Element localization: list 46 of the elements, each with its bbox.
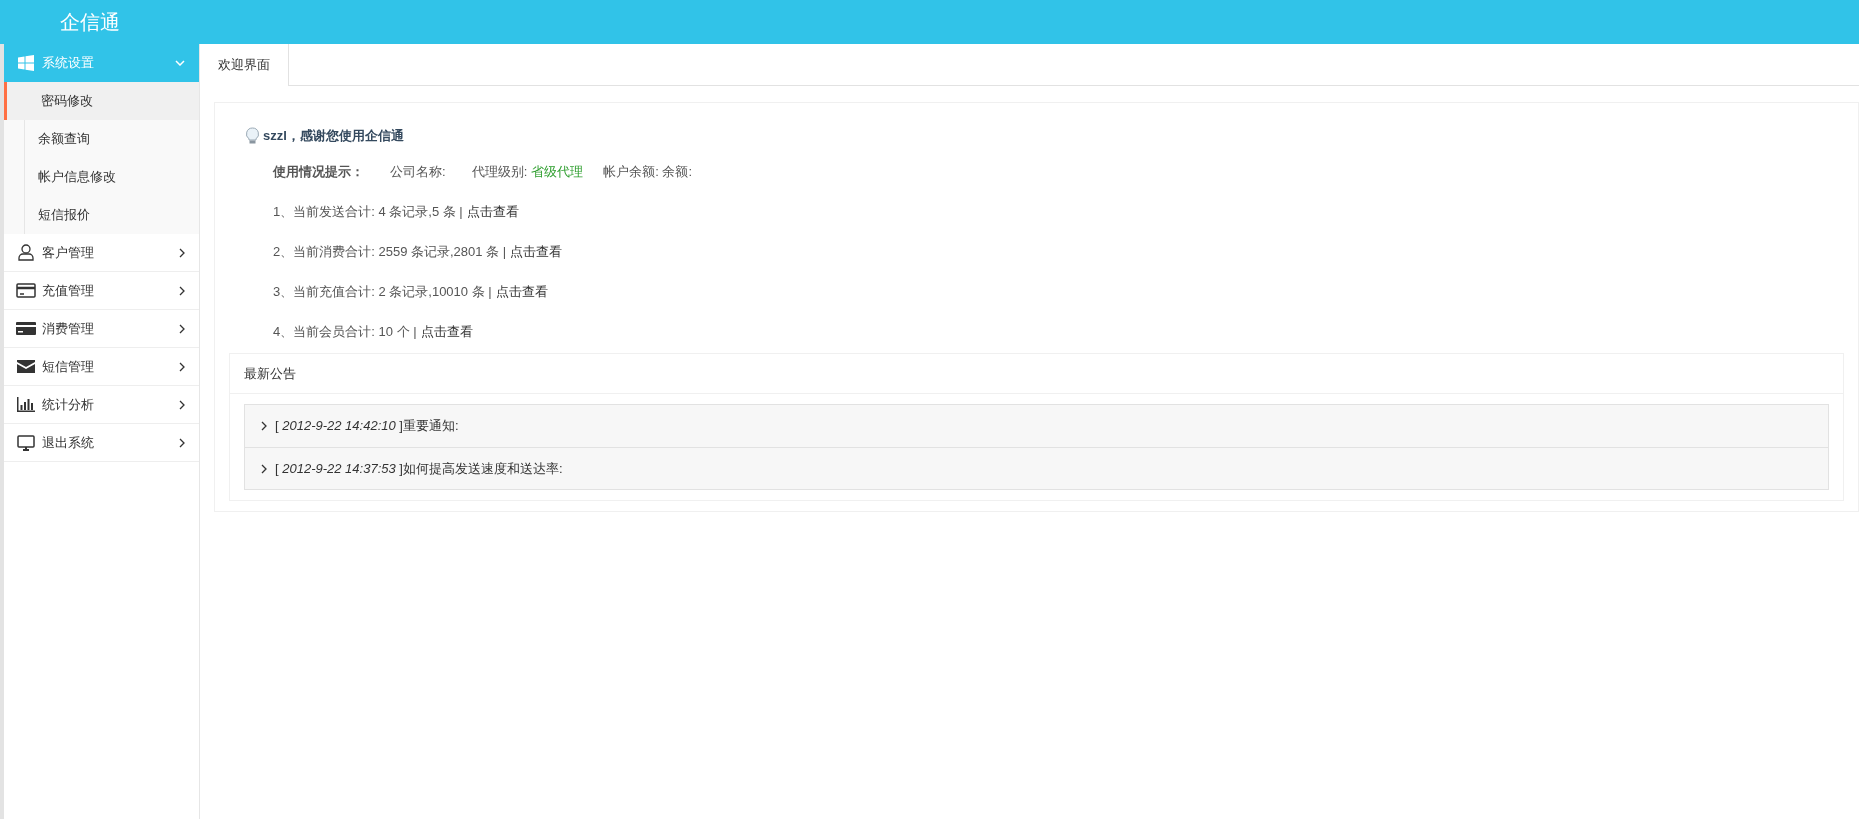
submenu-item[interactable]: 密码修改 <box>4 82 199 120</box>
view-link[interactable]: 点击查看 <box>420 322 473 342</box>
sidebar-menu-item[interactable]: 短信管理 <box>4 348 199 386</box>
bar-chart-icon <box>16 397 36 412</box>
stat-text: 3、当前充值合计: 2 条记录,10010 条 | <box>273 283 492 302</box>
envelope-icon <box>16 360 36 373</box>
tab[interactable]: 欢迎界面 <box>200 44 289 86</box>
app-title: 企信通 <box>60 10 120 35</box>
sidebar-menu-item[interactable]: 充值管理 <box>4 272 199 310</box>
chevron-right-icon <box>179 323 185 334</box>
view-link[interactable]: 点击查看 <box>466 202 519 222</box>
chevron-right-icon <box>179 361 185 372</box>
chevron-right-icon <box>179 285 185 296</box>
windows-icon <box>16 55 36 71</box>
notice-item[interactable]: [ 2012-9-22 14:37:53 ]如何提高发送速度和送达率: <box>245 447 1828 489</box>
sidebar-menu-item[interactable]: 消费管理 <box>4 310 199 348</box>
lightbulb-icon <box>245 127 260 145</box>
agent-level-value: 省级代理 <box>531 163 584 182</box>
balance-label: 帐户余额: 余额: <box>603 163 693 182</box>
chevron-right-icon <box>261 463 267 474</box>
agent-level-label: 代理级别: <box>471 163 528 182</box>
chevron-right-icon <box>179 247 185 258</box>
sidebar-menu-item[interactable]: 退出系统 <box>4 424 199 462</box>
stat-text: 4、当前会员合计: 10 个 | <box>273 323 417 342</box>
chevron-right-icon <box>179 437 185 448</box>
sidebar-menu-item[interactable]: 客户管理 <box>4 234 199 272</box>
card-icon <box>16 322 36 335</box>
welcome-message: szzl，感谢您使用企信通 <box>263 127 404 146</box>
submenu-item[interactable]: 短信报价 <box>4 196 199 234</box>
submenu-item[interactable]: 余额查询 <box>4 120 199 158</box>
card-icon <box>16 283 36 298</box>
chevron-right-icon <box>179 399 185 410</box>
user-icon <box>16 244 36 261</box>
view-link[interactable]: 点击查看 <box>495 282 548 302</box>
stat-text: 2、当前消费合计: 2559 条记录,2801 条 | <box>273 243 507 262</box>
stat-text: 1、当前发送合计: 4 条记录,5 条 | <box>273 203 463 222</box>
notice-item[interactable]: [ 2012-9-22 14:42:10 ]重要通知: <box>245 405 1828 447</box>
submenu-item[interactable]: 帐户信息修改 <box>4 158 199 196</box>
notice-heading: 最新公告 <box>230 354 1843 394</box>
company-name-label: 公司名称: <box>390 163 446 182</box>
usage-title: 使用情况提示： <box>273 163 364 182</box>
monitor-icon <box>16 434 36 451</box>
sidebar-menu-item[interactable]: 统计分析 <box>4 386 199 424</box>
view-link[interactable]: 点击查看 <box>510 242 563 262</box>
chevron-right-icon <box>261 421 267 431</box>
chevron-down-icon <box>175 60 185 66</box>
